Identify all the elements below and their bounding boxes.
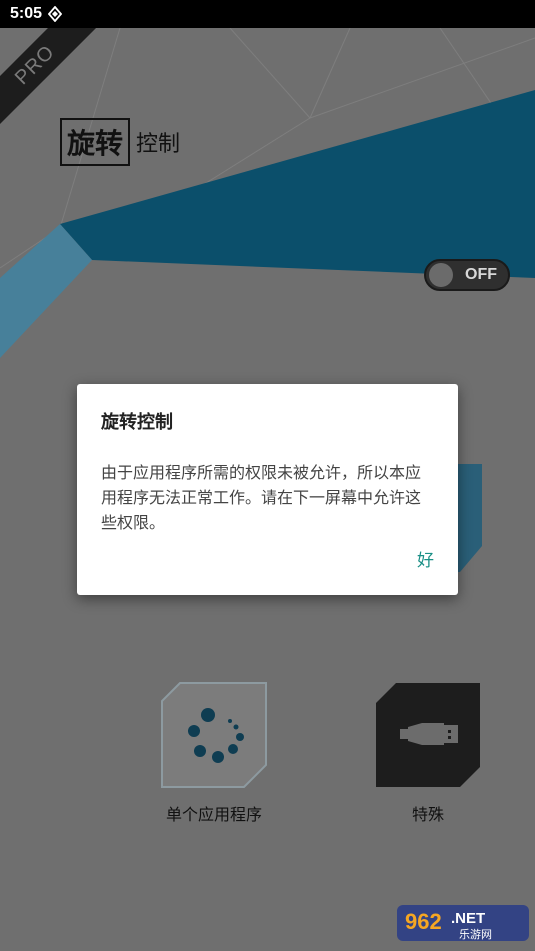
status-time: 5:05	[10, 5, 43, 22]
toggle-knob	[429, 263, 453, 287]
watermark-number: 962	[405, 909, 442, 934]
dialog-message: 由于应用程序所需的权限未被允许，所以本应用程序无法正常工作。请在下一屏幕中允许这…	[101, 463, 422, 532]
app-title: 旋转 控制	[60, 118, 180, 166]
vpn-diamond-icon	[48, 6, 63, 22]
rotation-toggle[interactable]: OFF	[424, 259, 510, 291]
status-bar: 5:05	[0, 0, 535, 28]
title-boxed-text: 旋转	[60, 118, 131, 166]
watermark-cn: 乐游网	[459, 928, 492, 941]
loading-dots-icon	[161, 682, 267, 788]
usb-icon	[376, 683, 480, 787]
toggle-label: OFF	[465, 266, 497, 283]
ok-button[interactable]: 好	[417, 546, 434, 571]
watermark-suffix: .NET	[451, 910, 485, 927]
title-rest-text: 控制	[136, 132, 181, 157]
special-label: 特殊	[411, 805, 444, 824]
dialog-title: 旋转控制	[101, 412, 173, 433]
site-watermark: 962 .NET 乐游网	[397, 901, 529, 945]
single-app-label: 单个应用程序	[165, 805, 262, 824]
permission-dialog: 旋转控制 由于应用程序所需的权限未被允许，所以本应用程序无法正常工作。请在下一屏…	[77, 384, 458, 595]
single-app-cell[interactable]: 单个应用程序	[158, 681, 270, 825]
special-cell[interactable]: 特殊	[372, 681, 484, 825]
